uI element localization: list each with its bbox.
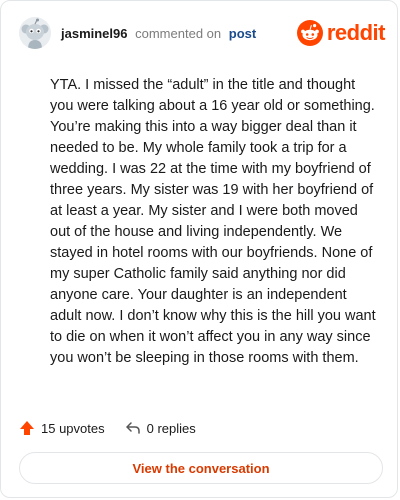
comment-footer: 15 upvotes 0 replies [19,418,216,438]
view-conversation-button[interactable]: View the conversation [19,452,383,484]
username[interactable]: jasminel96 [61,26,128,41]
upvotes-label: 15 upvotes [41,420,105,436]
upvote-arrow-icon [20,421,34,435]
reply-arrow-icon [125,422,140,434]
snoo-avatar-icon [19,17,51,49]
comment-body: YTA. I missed the “adult” in the title a… [50,77,376,366]
comment-card: jasminel96 commented on post reddit YTA.… [0,0,398,498]
post-link[interactable]: post [229,26,256,41]
brand-wordmark: reddit [326,20,386,45]
replies[interactable]: 0 replies [125,420,196,436]
replies-label: 0 replies [146,420,196,436]
reddit-snoo-icon [296,20,323,46]
reddit-logo[interactable]: reddit [296,20,386,46]
action-text: commented on [135,25,222,41]
comment-header: jasminel96 commented on post reddit [19,15,386,51]
byline: jasminel96 commented on post [61,26,256,41]
user-avatar[interactable] [19,17,51,49]
upvotes[interactable]: 15 upvotes [19,420,105,436]
